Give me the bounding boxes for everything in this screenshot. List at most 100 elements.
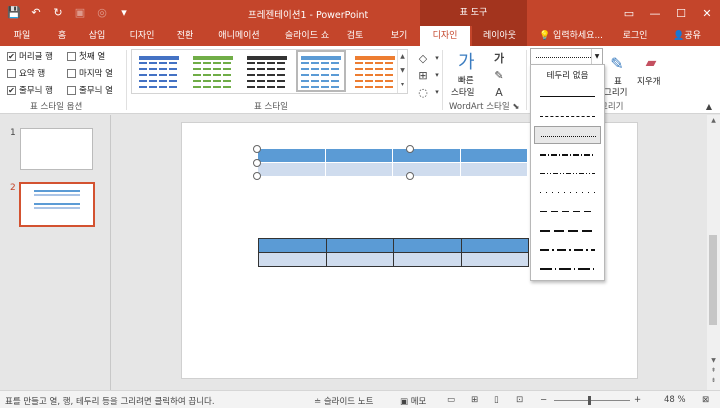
- table-style-green[interactable]: [191, 53, 235, 89]
- touch-mode-icon[interactable]: ◎: [94, 4, 110, 20]
- table-style-orange[interactable]: [353, 53, 397, 89]
- pen-style-dash[interactable]: [534, 202, 601, 220]
- first-column-checkbox[interactable]: 첫째 열: [67, 50, 105, 62]
- tab-animations[interactable]: 애니메이션: [210, 26, 268, 46]
- table-cell[interactable]: [393, 238, 462, 253]
- table-cell[interactable]: [459, 148, 528, 163]
- pen-style-dash-dot[interactable]: [534, 145, 601, 163]
- table-style-black[interactable]: [245, 53, 289, 89]
- close-icon[interactable]: ✕: [694, 0, 720, 26]
- table-cell[interactable]: [392, 148, 461, 163]
- signin-link[interactable]: 로그인: [618, 26, 652, 46]
- tell-me-box[interactable]: 💡 입력하세요...: [534, 26, 608, 46]
- start-from-beginning-icon[interactable]: ▣: [72, 4, 88, 20]
- table-cell[interactable]: [325, 238, 394, 253]
- tab-transitions[interactable]: 전환: [168, 26, 202, 46]
- table-cell[interactable]: [460, 252, 529, 267]
- table-cell[interactable]: [392, 162, 461, 177]
- slide-thumbnail-1[interactable]: [20, 128, 93, 170]
- text-outline-icon[interactable]: ✎: [490, 67, 508, 83]
- pen-style-long-dash[interactable]: [534, 221, 601, 239]
- table-cell[interactable]: [258, 238, 327, 253]
- slide-sorter-icon[interactable]: ⊞: [471, 395, 478, 405]
- eraser-icon[interactable]: ▰: [640, 52, 662, 74]
- table-cell[interactable]: [258, 252, 327, 267]
- tab-slideshow[interactable]: 슬라이드 쇼: [278, 26, 336, 46]
- shading-dropdown-icon[interactable]: ▾: [428, 50, 446, 66]
- reading-view-icon[interactable]: ▯: [494, 395, 499, 405]
- tab-file[interactable]: 파일: [2, 26, 42, 46]
- text-effects-icon[interactable]: A: [490, 84, 508, 100]
- table-cell[interactable]: [324, 162, 393, 177]
- scroll-up-icon[interactable]: ▲: [707, 117, 720, 124]
- text-fill-icon[interactable]: 가: [490, 50, 508, 66]
- total-row-checkbox[interactable]: 요약 행: [7, 67, 45, 79]
- banded-columns-checkbox[interactable]: 줄무늬 열: [67, 84, 113, 96]
- header-row-checkbox[interactable]: ✔ 머리글 행: [7, 50, 53, 62]
- table-cell[interactable]: [324, 148, 393, 163]
- vertical-scrollbar[interactable]: ▲ ▼ ⇞ ⇟: [707, 115, 720, 390]
- quick-styles-icon[interactable]: 가: [458, 48, 475, 74]
- slideshow-icon[interactable]: ⊡: [516, 395, 523, 405]
- table-cell[interactable]: [325, 252, 394, 267]
- pen-style-none[interactable]: 테두리 없음: [534, 67, 601, 85]
- resize-handle[interactable]: [406, 145, 414, 153]
- next-slide-icon[interactable]: ⇟: [707, 377, 720, 384]
- resize-handle[interactable]: [253, 172, 261, 180]
- pen-style-dash-dot-dot[interactable]: [534, 164, 601, 182]
- previous-slide-icon[interactable]: ⇞: [707, 367, 720, 374]
- table-cell[interactable]: [257, 162, 326, 177]
- draw-table-icon[interactable]: ✎: [606, 52, 628, 74]
- last-column-checkbox[interactable]: 마지막 열: [67, 67, 113, 79]
- gallery-scroll[interactable]: ▲ ▼ ▾: [397, 50, 407, 93]
- zoom-out-icon[interactable]: −: [540, 395, 547, 405]
- save-icon[interactable]: 💾: [6, 4, 22, 20]
- effects-dropdown-icon[interactable]: ▾: [428, 84, 446, 100]
- notes-button[interactable]: ≐ 슬라이드 노트: [314, 395, 373, 407]
- resize-handle[interactable]: [406, 172, 414, 180]
- pen-style-square-dot[interactable]: [534, 126, 601, 144]
- table-cell[interactable]: [459, 162, 528, 177]
- comments-button[interactable]: ▣ 메모: [400, 395, 426, 407]
- borders-dropdown-icon[interactable]: ▾: [428, 67, 446, 83]
- dialog-launcher-icon[interactable]: ⬊: [512, 102, 519, 112]
- fit-slide-icon[interactable]: ⊠: [702, 395, 709, 405]
- share-button[interactable]: 👤공유: [664, 26, 710, 46]
- pen-style-long-dash-dot[interactable]: [534, 240, 601, 258]
- maximize-icon[interactable]: ☐: [668, 0, 694, 26]
- zoom-slider[interactable]: [554, 400, 630, 401]
- zoom-in-icon[interactable]: +: [634, 395, 641, 405]
- undo-icon[interactable]: ↶: [28, 4, 44, 20]
- selected-table[interactable]: [257, 148, 528, 177]
- tab-insert[interactable]: 삽입: [80, 26, 114, 46]
- slide-thumbnail-2[interactable]: [19, 182, 95, 227]
- pen-style-sparse-dot[interactable]: [534, 183, 601, 201]
- resize-handle[interactable]: [253, 159, 261, 167]
- pen-style-solid[interactable]: [534, 87, 601, 105]
- customize-qat-icon[interactable]: ▾: [116, 4, 132, 20]
- table-cell[interactable]: [393, 252, 462, 267]
- pen-style-combobox[interactable]: ▼: [530, 48, 603, 65]
- scroll-down-icon[interactable]: ▼: [707, 357, 720, 364]
- tab-review[interactable]: 검토: [340, 26, 370, 46]
- quick-styles-label[interactable]: 빠른: [458, 74, 474, 86]
- eraser-label[interactable]: 지우개: [637, 75, 660, 87]
- draw-table-label-2[interactable]: 그리기: [604, 86, 627, 98]
- table-cell[interactable]: [460, 238, 529, 253]
- collapse-ribbon-icon[interactable]: ▲: [700, 98, 718, 114]
- pen-style-round-dot[interactable]: [534, 107, 601, 125]
- scroll-thumb[interactable]: [709, 235, 717, 325]
- tab-view[interactable]: 보기: [384, 26, 414, 46]
- minimize-icon[interactable]: —: [642, 0, 668, 26]
- redo-icon[interactable]: ↻: [50, 4, 66, 20]
- resize-handle[interactable]: [253, 145, 261, 153]
- chevron-down-icon[interactable]: ▼: [591, 49, 602, 64]
- tab-design[interactable]: 디자인: [122, 26, 162, 46]
- pen-style-long-dash-dot-dot[interactable]: [534, 259, 601, 277]
- ribbon-display-icon[interactable]: ▭: [616, 0, 642, 26]
- quick-styles-label-2[interactable]: 스타일: [451, 86, 474, 98]
- tab-home[interactable]: 홈: [48, 26, 76, 46]
- table[interactable]: [258, 238, 529, 267]
- normal-view-icon[interactable]: ▭: [447, 395, 455, 405]
- tab-table-design[interactable]: 디자인: [420, 26, 470, 46]
